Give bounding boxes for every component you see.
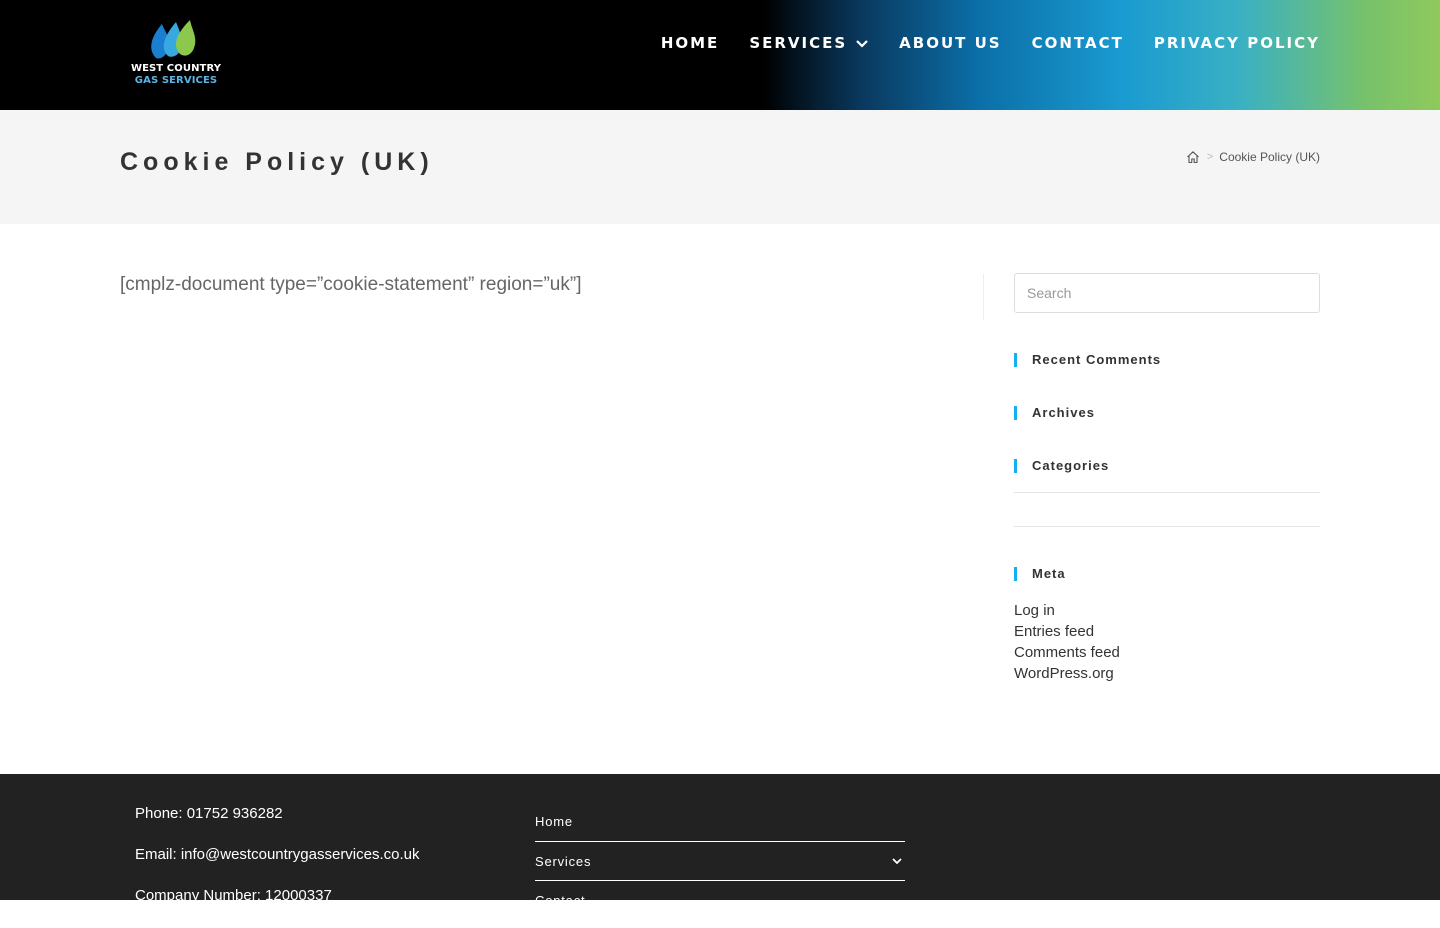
main-navigation: HOME SERVICES ABOUT US CONTACT PRIVACY P… [631,32,1320,54]
sidebar-divider [1014,492,1320,493]
content-shortcode: [cmplz-document type=”cookie-statement” … [120,274,582,295]
nav-contact[interactable]: CONTACT [1032,32,1124,54]
sidebar: Recent Comments Archives Categories Meta… [1014,273,1320,682]
footer-menu-home[interactable]: Home [535,803,905,842]
footer-menu: Home Services Contact [535,803,905,920]
nav-contact-label: CONTACT [1031,34,1124,52]
nav-services-label: SERVICES [749,34,848,52]
site-footer: Phone: 01752 936282 Email: info@westcoun… [0,774,1440,920]
nav-services[interactable]: SERVICES [749,32,869,54]
footer-menu-services-label: Services [535,854,592,869]
meta-link-wordpress-org[interactable]: WordPress.org [1014,663,1120,684]
breadcrumb: > Cookie Policy (UK) [1186,150,1320,164]
nav-home[interactable]: HOME [661,32,719,54]
footer-contact-info: Phone: 01752 936282 Email: info@westcoun… [135,805,420,928]
site-logo[interactable]: WEST COUNTRY GAS SERVICES [128,18,224,90]
footer-menu-services[interactable]: Services [535,842,905,881]
logo-text-line2: GAS SERVICES [134,75,218,86]
meta-link-log-in[interactable]: Log in [1014,600,1120,621]
meta-link-entries-feed[interactable]: Entries feed [1014,621,1120,642]
footer-menu-contact[interactable]: Contact [535,881,905,920]
widget-title-categories: Categories [1014,459,1109,473]
breadcrumb-separator: > [1206,151,1214,163]
chevron-down-icon [856,40,868,48]
nav-privacy-policy-label: PRIVACY POLICY [1153,34,1320,52]
site-header: WEST COUNTRY GAS SERVICES HOME SERVICES … [0,0,1440,110]
logo-text-line1: WEST COUNTRY [130,63,222,74]
sidebar-divider [1014,526,1320,527]
flame-logo-icon [151,20,196,59]
chevron-down-icon[interactable] [891,855,903,867]
nav-home-label: HOME [660,34,720,52]
page-title-bar: Cookie Policy (UK) > Cookie Policy (UK) [0,110,1440,224]
nav-about-us[interactable]: ABOUT US [899,32,1001,54]
footer-menu-home-label: Home [535,814,573,829]
widget-title-archives: Archives [1014,406,1095,420]
footer-company-number: Company Number: 12000337 [135,887,332,904]
search-input[interactable] [1014,273,1320,313]
meta-links: Log in Entries feed Comments feed WordPr… [1014,600,1120,684]
home-icon[interactable] [1186,150,1200,164]
meta-link-comments-feed[interactable]: Comments feed [1014,642,1120,663]
nav-about-us-label: ABOUT US [899,34,1002,52]
footer-email[interactable]: Email: info@westcountrygasservices.co.uk [135,846,420,887]
widget-title-meta: Meta [1014,567,1066,581]
page-title: Cookie Policy (UK) [120,148,434,176]
breadcrumb-current: Cookie Policy (UK) [1219,150,1320,164]
nav-privacy-policy[interactable]: PRIVACY POLICY [1154,32,1320,54]
content-divider [983,274,984,320]
footer-menu-contact-label: Contact [535,893,586,908]
footer-phone[interactable]: Phone: 01752 936282 [135,805,420,846]
widget-title-recent-comments: Recent Comments [1014,353,1161,367]
